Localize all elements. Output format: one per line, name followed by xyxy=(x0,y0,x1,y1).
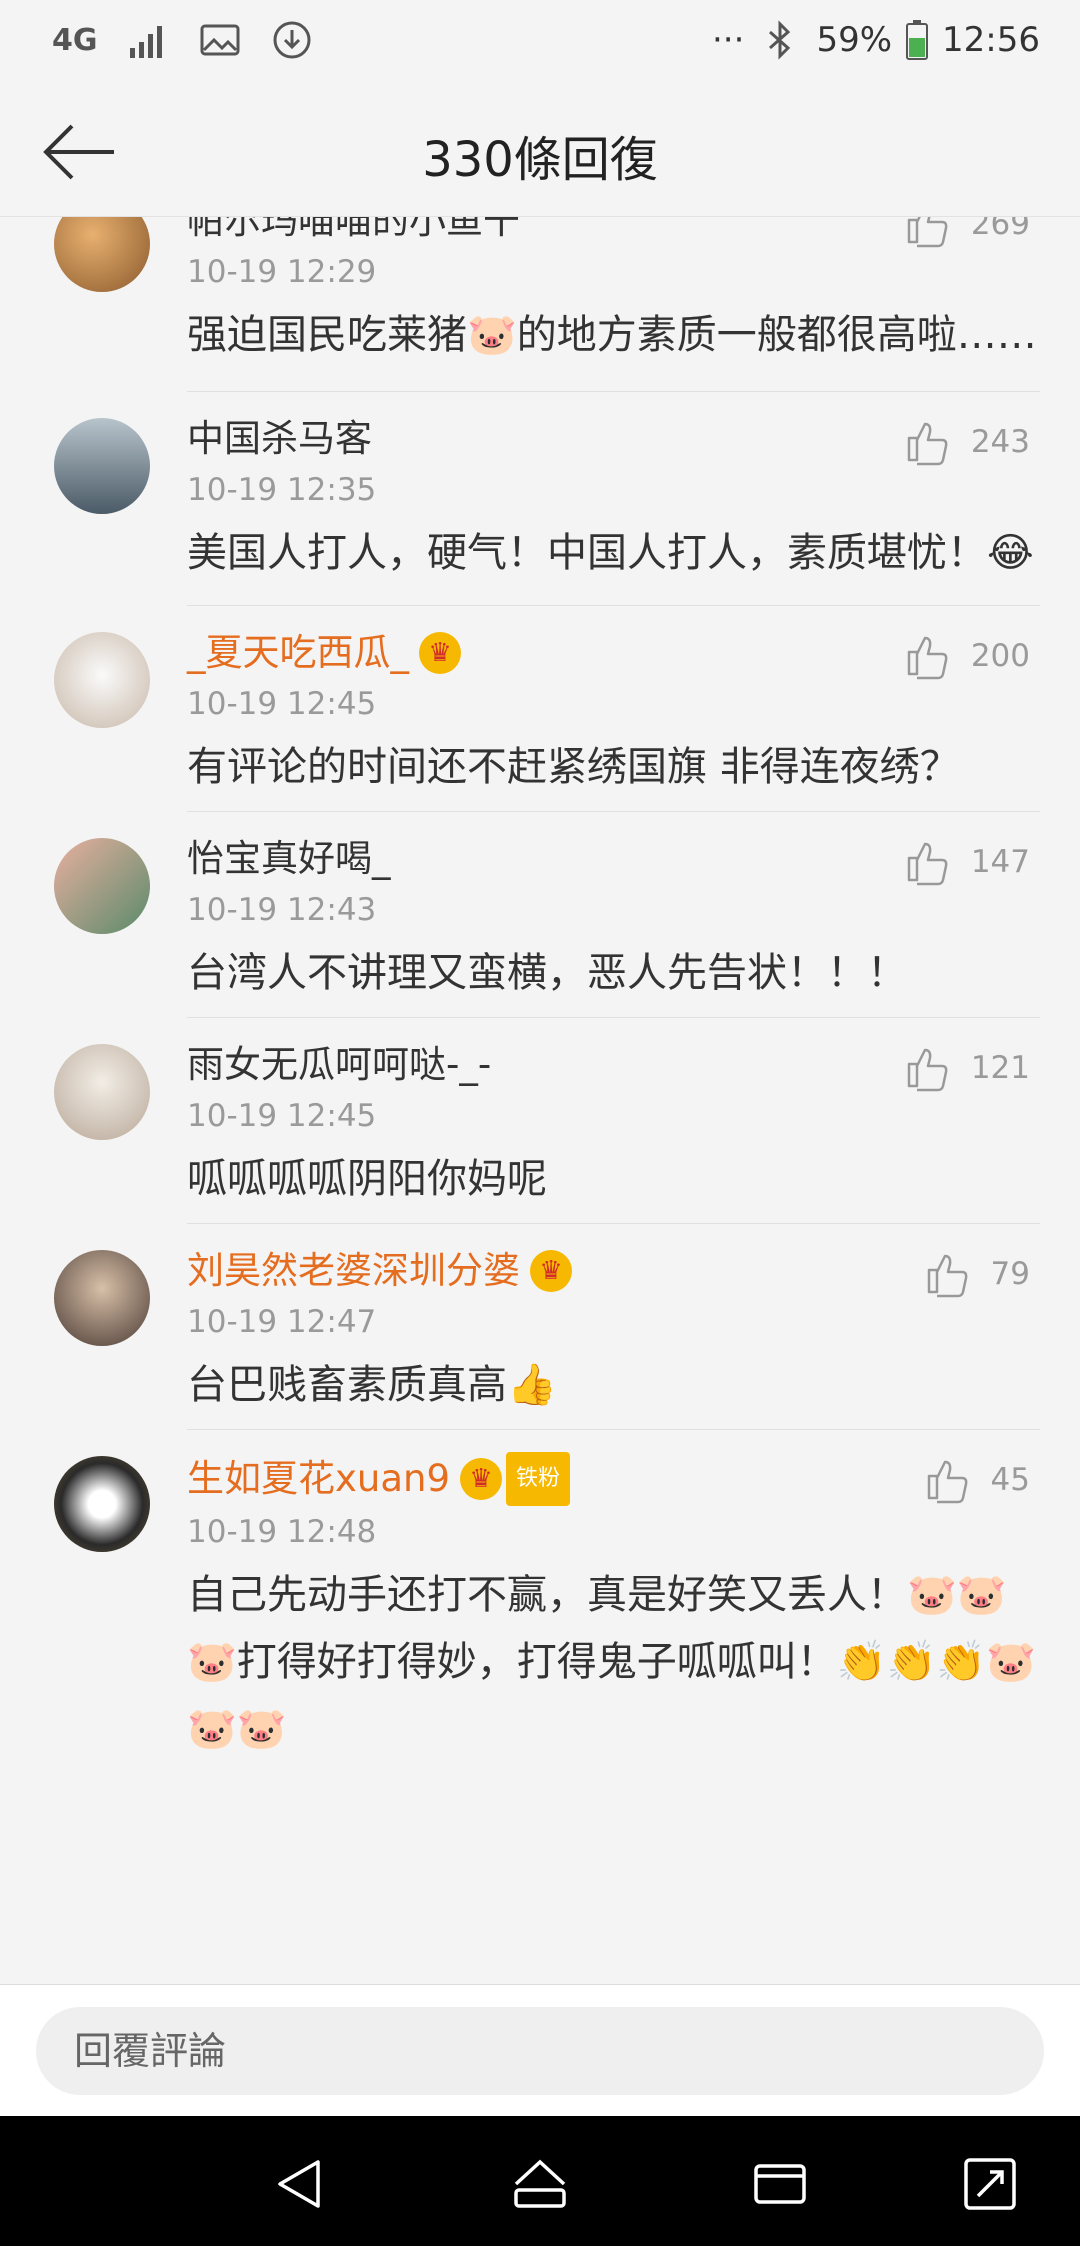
avatar[interactable] xyxy=(54,216,150,292)
vip-crown-icon: ♛ xyxy=(460,1458,503,1500)
reply-bar xyxy=(0,1984,1080,2117)
comment-text: 有评论的时间还不赶紧绣国旗 非得连夜绣？ xyxy=(187,744,960,790)
thumbs-up-icon xyxy=(907,216,948,248)
like-button[interactable]: 147 xyxy=(903,838,1030,886)
comment-item: 帕尔玛喵喵的小鱼干 269 10-19 12:29 强迫国民吃莱猪🐷的地方素质一… xyxy=(0,216,1080,392)
vip-crown-icon: ♛ xyxy=(419,632,461,674)
avatar[interactable] xyxy=(54,838,150,934)
comment-list[interactable]: 帕尔玛喵喵的小鱼干 269 10-19 12:29 强迫国民吃莱猪🐷的地方素质一… xyxy=(0,216,1080,1984)
thumbs-up-icon xyxy=(907,636,948,680)
thumbs-up-icon xyxy=(907,422,948,466)
timestamp: 10-19 12:45 xyxy=(187,1098,377,1134)
avatar[interactable] xyxy=(54,1250,150,1346)
timestamp: 10-19 12:47 xyxy=(187,1304,377,1340)
like-count: 269 xyxy=(970,216,1030,242)
nav-home-icon[interactable] xyxy=(510,2154,570,2214)
nav-expand-icon[interactable] xyxy=(960,2154,1020,2214)
nav-recents-icon[interactable] xyxy=(750,2154,810,2214)
timestamp: 10-19 12:43 xyxy=(187,892,377,928)
header: 330條回復 xyxy=(0,90,1080,217)
avatar[interactable] xyxy=(54,418,150,514)
like-button[interactable]: 243 xyxy=(903,418,1030,466)
comment-text: 美国人打人，硬气！中国人打人，素质堪忧！😂 xyxy=(187,530,1034,576)
username-row: 刘昊然老婆深圳分婆 ♛ xyxy=(187,1246,1040,1296)
like-button[interactable]: 269 xyxy=(903,216,1030,248)
comment-text: 强迫国民吃莱猪🐷的地方素质一般都很高啦…… xyxy=(187,312,1037,358)
like-count: 243 xyxy=(970,424,1030,460)
bluetooth-icon xyxy=(769,20,791,60)
comment-item: 生如夏花xuan9 ♛ 铁粉 45 10-19 12:48 自己先动手还打不赢，… xyxy=(0,1452,1080,1773)
nav-back-icon[interactable] xyxy=(270,2154,330,2214)
comment-item: 刘昊然老婆深圳分婆 ♛ 79 10-19 12:47 台巴贱畜素质真高👍 xyxy=(0,1246,1080,1430)
like-count: 79 xyxy=(990,1256,1030,1292)
more-indicator: ··· xyxy=(712,20,745,60)
comment-text: 自己先动手还打不赢，真是好笑又丢人！🐷🐷🐷打得好打得妙，打得鬼子呱呱叫！👏👏👏🐷… xyxy=(187,1572,1037,1752)
like-button[interactable]: 45 xyxy=(923,1456,1030,1504)
comment-text: 呱呱呱呱阴阳你妈呢 xyxy=(187,1156,547,1202)
like-button[interactable]: 200 xyxy=(903,632,1030,680)
comment-item: _夏天吃西瓜_ ♛ 200 10-19 12:45 有评论的时间还不赶紧绣国旗 … xyxy=(0,628,1080,812)
comment-item: 雨女无瓜呵呵哒-_- 121 10-19 12:45 呱呱呱呱阴阳你妈呢 xyxy=(0,1040,1080,1224)
status-bar: 4G ··· 59% 12:56 xyxy=(0,0,1080,90)
signal-icon xyxy=(129,26,162,58)
thumbs-up-icon xyxy=(927,1460,967,1504)
navigation-bar xyxy=(0,2116,1080,2246)
like-count: 147 xyxy=(970,844,1030,880)
download-icon xyxy=(273,21,310,59)
image-icon xyxy=(200,24,239,56)
comment-item: 中国杀马客 243 10-19 12:35 美国人打人，硬气！中国人打人，素质堪… xyxy=(0,414,1080,606)
timestamp: 10-19 12:29 xyxy=(187,254,377,290)
comment-text: 台巴贱畜素质真高👍 xyxy=(187,1362,557,1408)
vip-crown-icon: ♛ xyxy=(530,1250,572,1292)
thumbs-up-icon xyxy=(907,1048,948,1092)
username[interactable]: 生如夏花xuan9 xyxy=(187,1454,450,1504)
like-button[interactable]: 121 xyxy=(903,1044,1030,1092)
fan-badge: 铁粉 xyxy=(506,1452,571,1506)
comment-item: 怡宝真好喝_ 147 10-19 12:43 台湾人不讲理又蛮横，恶人先告状！！… xyxy=(0,834,1080,1018)
battery-percent: 59% xyxy=(816,20,893,60)
like-count: 200 xyxy=(970,638,1030,674)
timestamp: 10-19 12:35 xyxy=(187,472,377,508)
avatar[interactable] xyxy=(54,1044,150,1140)
battery-icon xyxy=(906,20,929,60)
avatar[interactable] xyxy=(54,1456,150,1552)
page-title: 330條回復 xyxy=(422,132,658,188)
reply-input[interactable] xyxy=(36,2007,1044,2095)
username-row: 生如夏花xuan9 ♛ 铁粉 xyxy=(187,1452,1040,1506)
username[interactable]: 刘昊然老婆深圳分婆 xyxy=(187,1246,520,1296)
timestamp: 10-19 12:48 xyxy=(187,1514,377,1550)
thumbs-up-icon xyxy=(907,842,948,886)
avatar[interactable] xyxy=(54,632,150,728)
username[interactable]: _夏天吃西瓜_ xyxy=(187,628,409,678)
thumbs-up-icon xyxy=(927,1254,967,1298)
like-count: 45 xyxy=(990,1462,1030,1498)
like-count: 121 xyxy=(970,1050,1030,1086)
like-button[interactable]: 79 xyxy=(923,1250,1030,1298)
timestamp: 10-19 12:45 xyxy=(187,686,377,722)
network-type: 4G xyxy=(52,22,98,58)
comment-text: 台湾人不讲理又蛮横，恶人先告状！！！ xyxy=(187,950,907,996)
clock: 12:56 xyxy=(942,20,1040,60)
